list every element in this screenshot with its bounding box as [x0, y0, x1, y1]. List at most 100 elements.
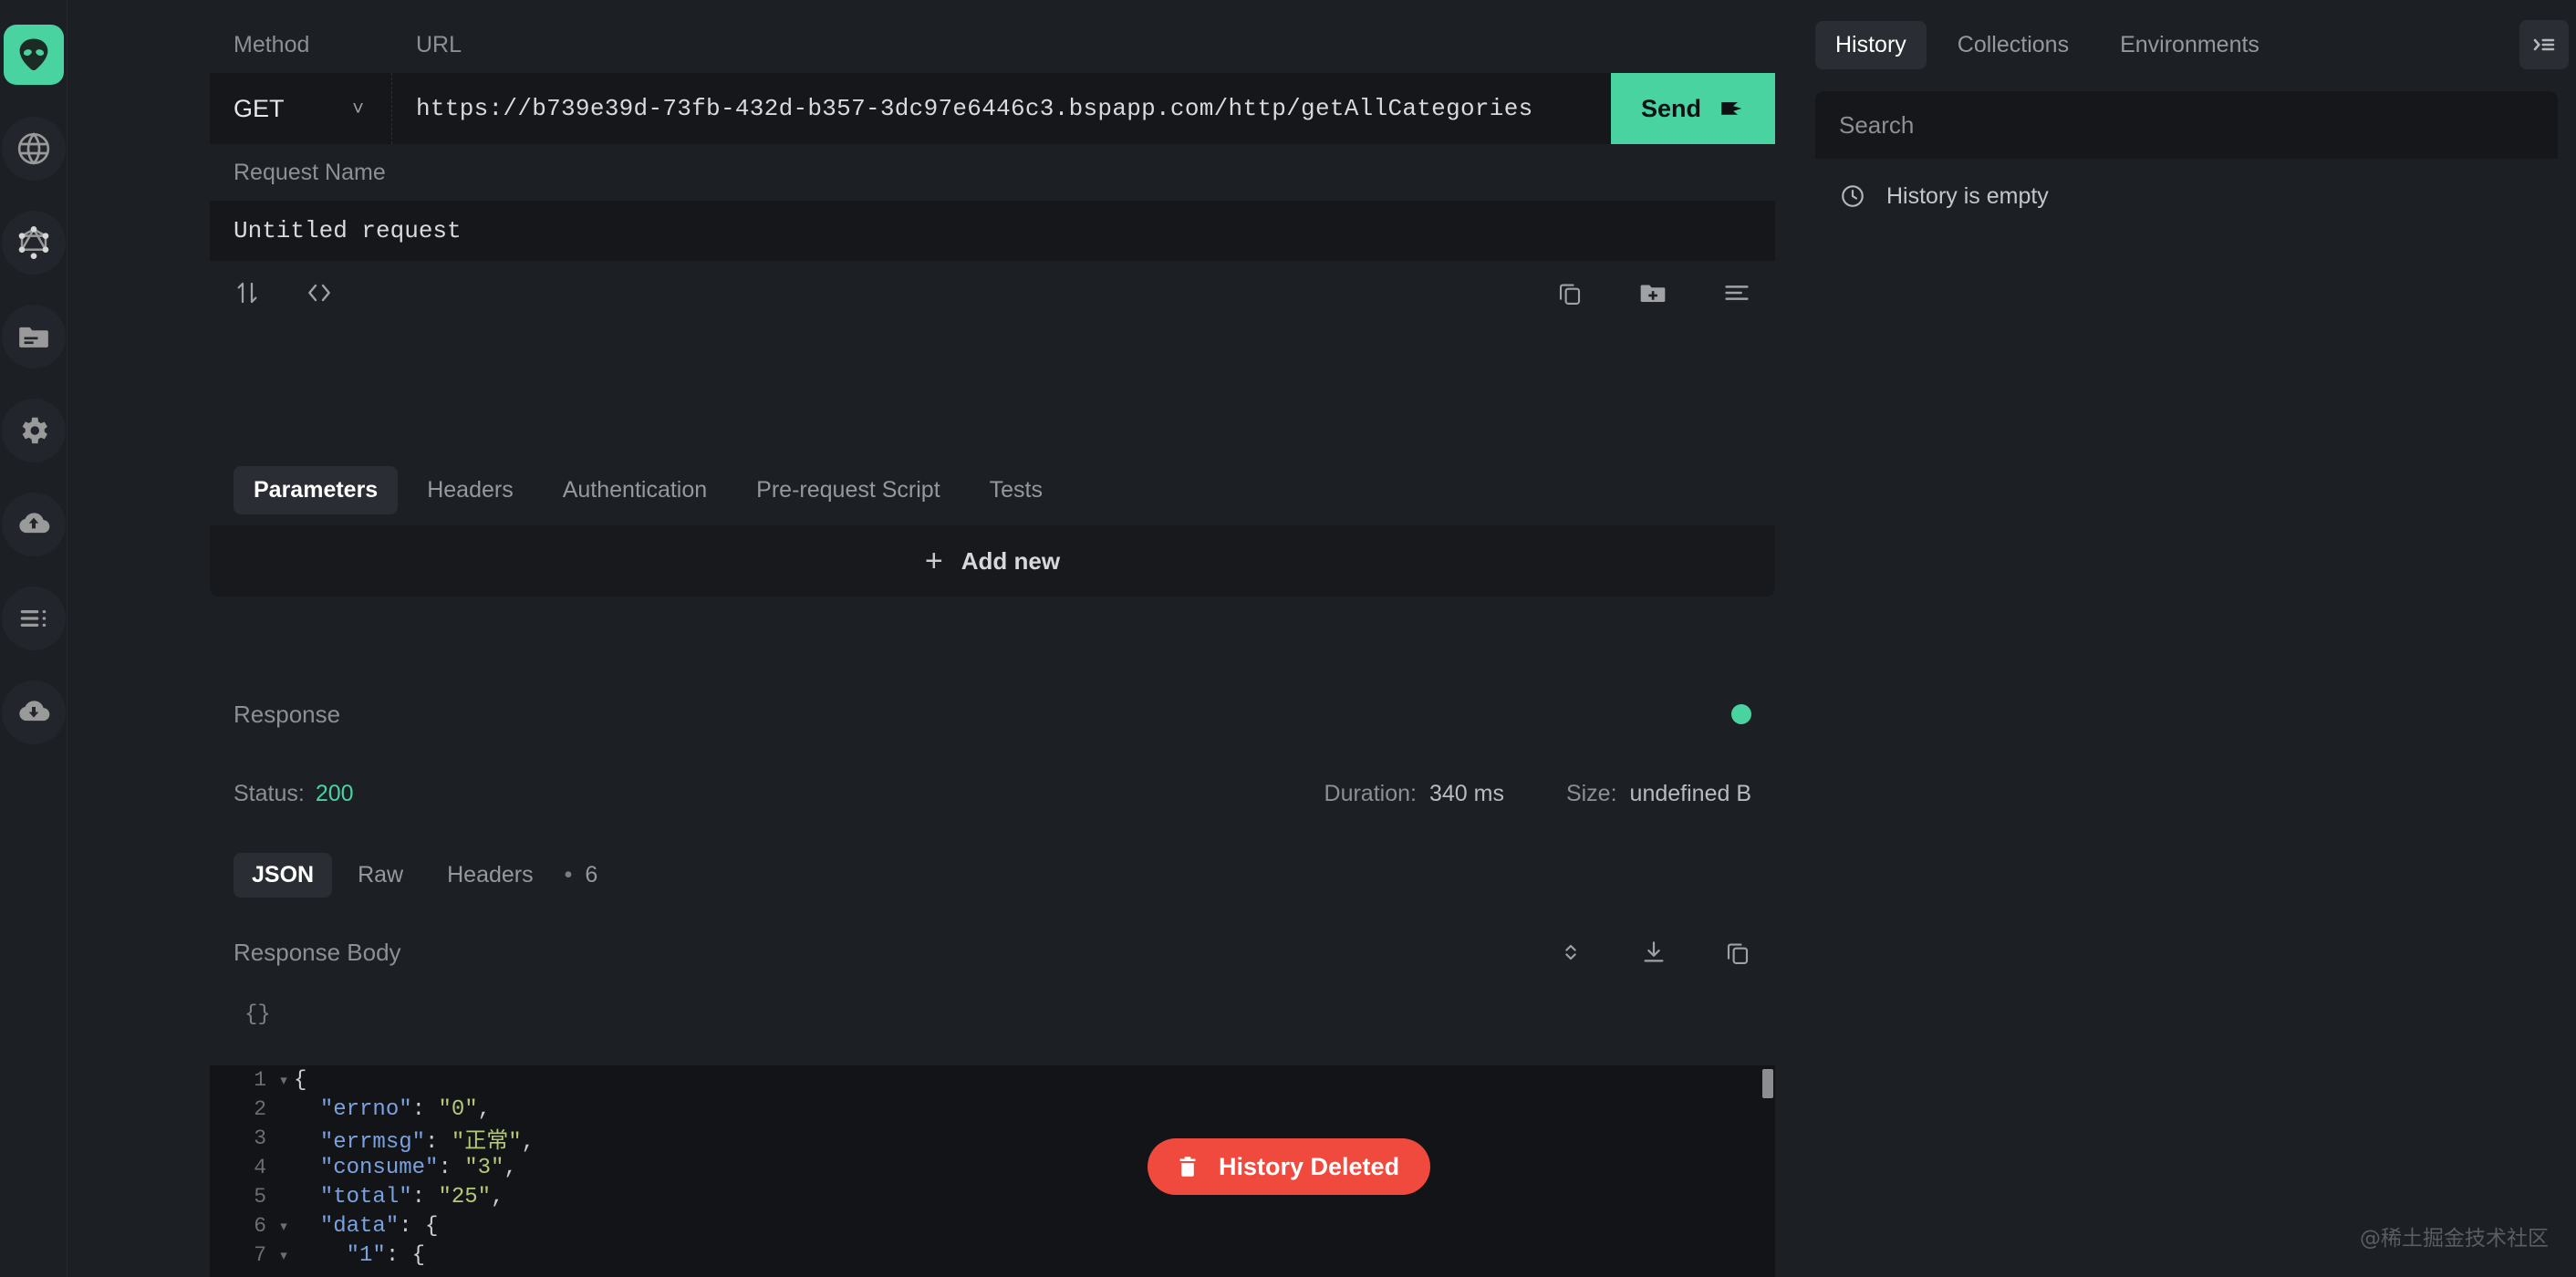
tab-authentication[interactable]: Authentication	[543, 466, 727, 514]
params-card: Parameters Headers Authentication Pre-re…	[210, 454, 1775, 597]
align-left-icon[interactable]	[1722, 278, 1751, 307]
rail-item-settings[interactable]	[1, 383, 67, 477]
line-number: 5	[254, 1185, 266, 1209]
line-number: 6	[254, 1214, 266, 1238]
download-icon[interactable]	[1640, 939, 1667, 966]
code-line: 2 "errno": "0",	[210, 1095, 1775, 1124]
code-line: 1 ▾{	[210, 1065, 1775, 1095]
rail-item-logo[interactable]	[1, 7, 67, 101]
rail-circle-realtime	[1, 304, 66, 369]
list-icon	[20, 609, 46, 627]
json-root-chip[interactable]: {}	[210, 991, 1775, 1038]
request-name-input[interactable]: Untitled request	[210, 201, 1775, 261]
size-value: undefined B	[1629, 780, 1751, 806]
add-new-button[interactable]: + Add new	[210, 525, 1775, 597]
response-body-header: Response Body	[210, 914, 1775, 991]
rail-circle-upload	[1, 492, 66, 556]
copy-icon[interactable]	[1556, 279, 1584, 306]
status-indicator-dot	[1731, 704, 1751, 724]
code-scrollbar-thumb[interactable]	[1762, 1069, 1773, 1098]
tab-pre-request-script[interactable]: Pre-request Script	[736, 466, 960, 514]
tab-response-headers[interactable]: Headers	[429, 853, 552, 898]
response-body-title: Response Body	[234, 938, 401, 966]
code-text: "data": {	[319, 1213, 439, 1239]
chevron-down-icon: ˅	[352, 97, 364, 119]
duration-value: 340 ms	[1428, 780, 1504, 806]
rail-circle-settings	[1, 398, 66, 462]
line-number: 4	[254, 1156, 266, 1179]
alien-logo-icon	[19, 38, 47, 70]
response-meta: Status: 200 Duration: 340 ms Size: undef…	[210, 752, 1775, 836]
tab-json[interactable]: JSON	[234, 852, 333, 898]
panel-collapse-icon	[2533, 38, 2555, 51]
response-header: Response	[210, 677, 1775, 752]
response-tabs: JSON Raw Headers • 6	[210, 836, 1775, 914]
plus-icon: +	[924, 544, 943, 578]
search-input[interactable]: Search	[1815, 91, 2558, 159]
fold-toggle-icon[interactable]: ▾	[274, 1247, 294, 1263]
method-select[interactable]: GET ˅	[210, 73, 392, 144]
folder-plus-icon[interactable]	[1638, 278, 1667, 307]
rail-item-realtime[interactable]	[1, 289, 67, 383]
status-value: 200	[315, 780, 354, 806]
toast-history-deleted[interactable]: History Deleted	[1148, 1138, 1431, 1195]
rail-circle-list	[1, 586, 66, 650]
chevron-updown-icon[interactable]	[1558, 940, 1584, 965]
code-text: "consume": "3",	[319, 1155, 517, 1180]
size-label: Size:	[1565, 780, 1617, 806]
logo-badge	[3, 24, 64, 85]
tab-environments[interactable]: Environments	[2100, 21, 2280, 69]
method-label: Method	[234, 31, 310, 57]
rail-circle-rest	[1, 116, 66, 181]
cloud-download-icon	[18, 700, 49, 721]
url-label: URL	[416, 31, 462, 57]
code-line: 4 "consume": "3",	[210, 1153, 1775, 1182]
request-toolbar	[210, 261, 1775, 325]
tab-history[interactable]: History	[1815, 20, 1927, 69]
code-line: 3 "errmsg": "正常",	[210, 1124, 1775, 1155]
panel-collapse-button[interactable]	[2519, 20, 2569, 69]
tab-tests[interactable]: Tests	[970, 466, 1063, 514]
method-value: GET	[234, 94, 285, 122]
tab-raw[interactable]: Raw	[339, 853, 421, 898]
rail-item-upload[interactable]	[1, 477, 67, 571]
left-rail	[0, 0, 68, 1277]
toast-label: History Deleted	[1219, 1152, 1400, 1180]
code-text: {	[294, 1067, 307, 1093]
fold-toggle-icon[interactable]: ▾	[274, 1072, 294, 1088]
request-labels-row: Method URL	[210, 16, 1775, 73]
send-button[interactable]: Send	[1611, 73, 1775, 144]
code-line: 7 ▾ "1": {	[210, 1241, 1775, 1270]
sort-updown-icon[interactable]	[234, 279, 261, 306]
copy-icon[interactable]	[1724, 939, 1751, 966]
side-panel-tabs: History Collections Environments	[1797, 0, 2576, 77]
tab-collections[interactable]: Collections	[1937, 21, 2089, 69]
fold-toggle-icon[interactable]: ▾	[274, 1218, 294, 1234]
rail-item-download[interactable]	[1, 665, 67, 759]
code-text: "errmsg": "正常",	[319, 1130, 535, 1155]
rail-item-graphql[interactable]	[1, 195, 67, 289]
rail-circle-graphql	[1, 210, 66, 275]
clock-icon	[1842, 185, 1864, 207]
tab-headers[interactable]: Headers	[407, 466, 534, 514]
history-empty-label: History is empty	[1886, 182, 2049, 209]
watermark: @稀土掘金技术社区	[2360, 1227, 2549, 1251]
response-body-code[interactable]: 1 ▾{2 "errno": "0", 3 "errmsg": "正常", 4 "co…	[210, 1065, 1775, 1277]
rail-item-list[interactable]	[1, 571, 67, 665]
request-tabs: Parameters Headers Authentication Pre-re…	[210, 454, 1775, 525]
duration-label: Duration:	[1324, 780, 1417, 806]
code-text: "1": {	[346, 1242, 426, 1268]
request-card: Method URL GET ˅ https://b739e39d-73fb-4…	[210, 16, 1775, 325]
history-empty-state: History is empty	[1815, 159, 2558, 234]
line-number: 1	[254, 1068, 266, 1092]
url-input[interactable]: https://b739e39d-73fb-432d-b357-3dc97e64…	[392, 73, 1611, 144]
code-brackets-icon[interactable]	[305, 278, 334, 307]
rail-circle-download	[1, 680, 66, 744]
tab-parameters[interactable]: Parameters	[234, 465, 399, 514]
response-title: Response	[234, 700, 341, 728]
rail-item-rest[interactable]	[1, 101, 67, 195]
history-card: Search History is empty	[1815, 91, 2558, 234]
cloud-upload-icon	[18, 512, 49, 533]
status-label: Status:	[234, 780, 305, 806]
code-text: "errno": "0",	[319, 1096, 492, 1122]
